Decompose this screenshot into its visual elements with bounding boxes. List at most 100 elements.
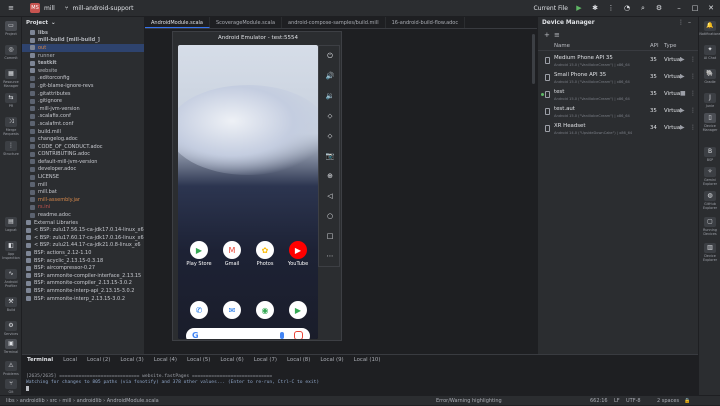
filter-icon[interactable]: ≡	[554, 31, 560, 39]
editor-tab[interactable]: 16-android-build-flow.adoc	[386, 17, 466, 28]
tool-problems[interactable]: ⚠ Problems	[0, 361, 22, 376]
tree-item[interactable]: External Libraries	[22, 219, 144, 227]
breadcrumb-item[interactable]: androidlib	[20, 398, 45, 404]
tool-pr[interactable]: ⇆ PR	[0, 93, 22, 108]
tree-item[interactable]: < BSP: zulu17.60.17-ca-jdk17.0.16-linux_…	[22, 234, 144, 242]
tool-git[interactable]: ⑂ Git	[0, 379, 22, 394]
project-panel-title[interactable]: Project	[26, 20, 48, 26]
col-type[interactable]: Type	[664, 43, 676, 49]
terminal-tab[interactable]: Local (6)	[215, 357, 248, 363]
terminal-tab[interactable]: Local	[58, 357, 82, 363]
breadcrumb-item[interactable]: androidlib	[77, 398, 102, 404]
tool-device-explorer[interactable]: ▥ Device Explorer	[699, 243, 720, 262]
more-options-icon[interactable]: ⋮	[678, 19, 684, 26]
tool-logcat[interactable]: ▤ Logcat	[0, 217, 22, 232]
search-icon[interactable]: ⌕	[638, 3, 648, 13]
terminal-tab[interactable]: Local (7)	[249, 357, 282, 363]
tool-terminal[interactable]: ▣ Terminal	[0, 339, 22, 354]
app-icon-dock-1[interactable]: ✉	[218, 301, 246, 319]
more-icon[interactable]: ⋮	[690, 124, 696, 131]
zoom-icon[interactable]: ⊕	[319, 172, 341, 180]
tree-item[interactable]: out	[22, 44, 144, 52]
app-icon-dock-3[interactable]: ▶	[284, 301, 312, 319]
tool-device-manager[interactable]: ▯ Device Manager	[699, 113, 720, 132]
hamburger-menu-icon[interactable]: ≡	[6, 3, 16, 13]
lens-icon[interactable]	[294, 331, 303, 339]
tool-running-devices[interactable]: ▢ Running Devices	[699, 217, 720, 236]
app-icon-dock-2[interactable]: ◉	[251, 301, 279, 319]
rotate-right-icon[interactable]: ⬦	[319, 132, 341, 141]
tree-item[interactable]: < BSP: zulu17.56.15-ca-jdk17.0.14-linux_…	[22, 226, 144, 234]
tree-item[interactable]: default-mill-jvm-version	[22, 158, 144, 166]
tree-item[interactable]: CODE_OF_CONDUCT.adoc	[22, 143, 144, 151]
tree-item[interactable]: .editorconfig	[22, 75, 144, 83]
editor-tab[interactable]: AndroidModule.scala	[145, 17, 210, 28]
tree-item[interactable]: libs	[22, 29, 144, 37]
google-search-bar[interactable]: G	[186, 328, 310, 339]
stop-icon[interactable]: ■	[680, 90, 686, 97]
tree-item[interactable]: .gitattributes	[22, 90, 144, 98]
tree-item[interactable]: BSP: ammonite-compiler_2.13.15-3.0.2	[22, 280, 144, 288]
app-icon-gmail[interactable]: M Gmail	[218, 241, 246, 267]
minimize-icon[interactable]: –	[674, 3, 684, 13]
run-config-selector[interactable]: Current File	[534, 5, 568, 12]
overview-icon[interactable]: □	[319, 232, 341, 240]
settings-icon[interactable]: ⚙	[654, 3, 664, 13]
terminal-tab[interactable]: Local (4)	[149, 357, 182, 363]
chevron-down-icon[interactable]: ⌄	[51, 20, 56, 26]
debug-icon[interactable]: ✱	[590, 3, 600, 13]
tree-item[interactable]: changelog.adoc	[22, 135, 144, 143]
maximize-icon[interactable]: □	[690, 3, 700, 13]
breadcrumb-item[interactable]: AndroidModule.scala	[107, 398, 159, 404]
tool-services[interactable]: ⚙ Services	[0, 321, 22, 336]
terminal-tab[interactable]: Local (3)	[115, 357, 148, 363]
tree-item[interactable]: website	[22, 67, 144, 75]
more-icon[interactable]: ⋮	[690, 73, 696, 80]
terminal-tab[interactable]: Local (10)	[349, 357, 386, 363]
tree-item[interactable]: mill	[22, 181, 144, 189]
app-icon-play-store[interactable]: ▶ Play Store	[185, 241, 213, 267]
editor-tab[interactable]: android-compose-samples/build.mill	[282, 17, 386, 28]
run-icon[interactable]: ▶	[574, 3, 584, 13]
tree-item[interactable]: CONTRIBUTING.adoc	[22, 151, 144, 159]
col-name[interactable]: Name	[554, 43, 570, 49]
play-icon[interactable]: ▶	[680, 107, 685, 114]
play-icon[interactable]: ▶	[680, 124, 685, 131]
phone-screen[interactable]: ▶ Play Store M Gmail ✿ Photos ▶ YouTube ✆ ✉ ◉ ▶ G	[178, 45, 318, 339]
code-scrollbar[interactable]	[532, 34, 535, 84]
tree-item[interactable]: BSP: acyclic_2.13.15-0.3.18	[22, 257, 144, 265]
add-device-icon[interactable]: +	[544, 31, 550, 39]
tree-item[interactable]: LICENSE	[22, 173, 144, 181]
tree-item[interactable]: BSP: ammonite-compiler-interface_2.13.15	[22, 272, 144, 280]
tool-structure[interactable]: ⋮ Structure	[0, 141, 22, 156]
tree-item[interactable]: developer.adoc	[22, 166, 144, 174]
tool-bsp[interactable]: B BSP	[699, 147, 720, 162]
tree-item[interactable]: BSP: actions_2.12-1.10	[22, 249, 144, 257]
tree-item[interactable]: .scalafix.conf	[22, 113, 144, 121]
terminal-tab[interactable]: Local (5)	[182, 357, 215, 363]
device-row[interactable]: XR Headset Android 14.0 ("UpsideDownCake"…	[538, 121, 699, 143]
breadcrumb-item[interactable]: libs	[6, 398, 15, 404]
tool-ai-chat[interactable]: ✦ AI Chat	[699, 45, 720, 60]
minimize-panel-icon[interactable]: –	[688, 19, 691, 26]
tree-item[interactable]: testkit	[22, 59, 144, 67]
volume-up-icon[interactable]: 🔊	[319, 72, 341, 80]
tool-junie[interactable]: J Junie	[699, 93, 720, 108]
editor-tab[interactable]: ScoverageModule.scala	[210, 17, 283, 28]
tree-item[interactable]: rs.ini	[22, 204, 144, 212]
project-badge[interactable]: MS	[30, 3, 40, 13]
more-icon[interactable]: ⋮	[690, 107, 696, 114]
tree-item[interactable]: < BSP: zulu21.44.17-ca-jdk21.0.8-linux_x…	[22, 242, 144, 250]
tree-item[interactable]: mill-assembly.jar	[22, 196, 144, 204]
back-icon[interactable]: ◁	[319, 192, 341, 200]
tree-item[interactable]: .gitignore	[22, 97, 144, 105]
tool-resource[interactable]: ▦ Resource Manager	[0, 69, 22, 88]
tree-item[interactable]: mill.bat	[22, 188, 144, 196]
tool-build[interactable]: ⚒ Build	[0, 297, 22, 312]
home-icon[interactable]: ○	[319, 212, 341, 220]
app-icon-photos[interactable]: ✿ Photos	[251, 241, 279, 267]
tool-notifications[interactable]: 🔔 Notifications	[699, 21, 720, 36]
terminal-tab[interactable]: Terminal	[22, 357, 58, 363]
tree-item[interactable]: mill-build [mill-build_]	[22, 37, 144, 45]
more-icon[interactable]: ⋮	[606, 3, 616, 13]
